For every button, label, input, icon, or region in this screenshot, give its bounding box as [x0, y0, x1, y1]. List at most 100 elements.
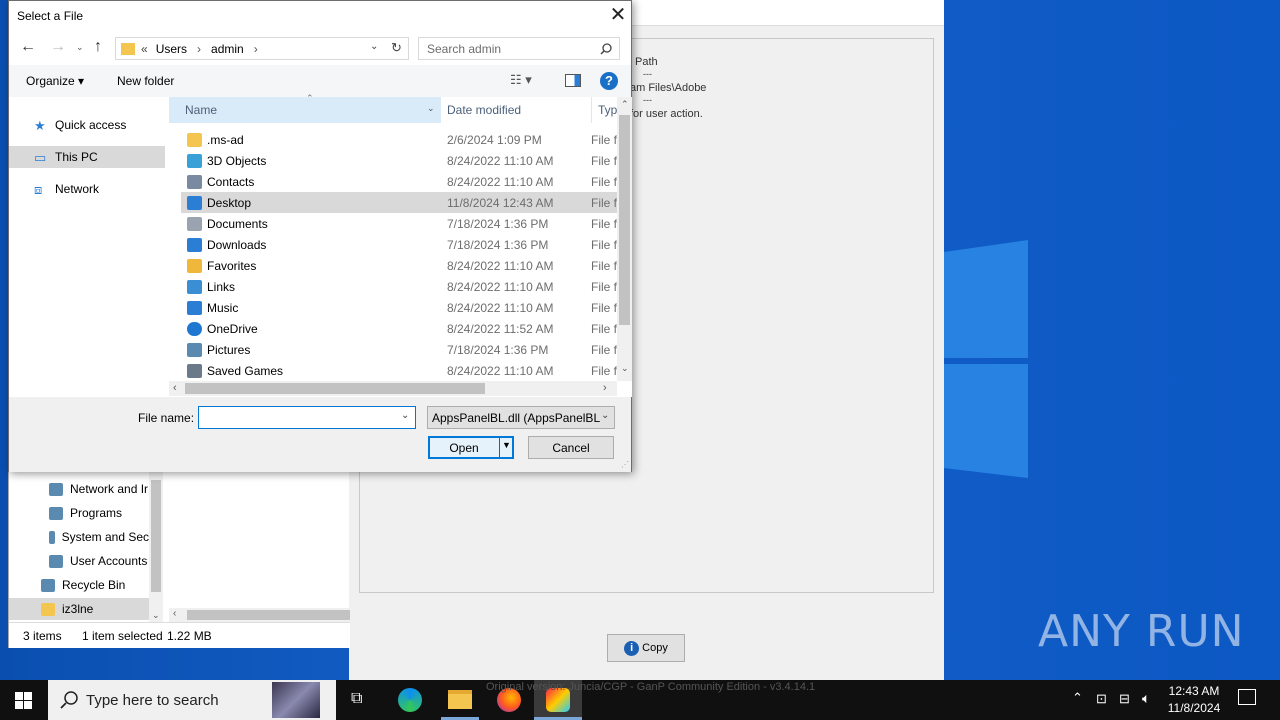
file-row[interactable]: Documents 7/18/2024 1:36 PM File f — [181, 213, 617, 234]
link-icon — [187, 279, 202, 294]
explorer-item[interactable]: Network and Ir — [9, 478, 149, 500]
file-type: File f — [591, 195, 618, 210]
meet-icon[interactable]: ⊡ — [1096, 691, 1107, 707]
breadcrumb-admin[interactable]: admin — [211, 42, 244, 56]
edge-icon[interactable] — [398, 688, 422, 712]
explorer-item-label: Network and Ir — [70, 482, 149, 496]
taskbar-clock[interactable]: 12:43 AM 11/8/2024 — [1163, 683, 1225, 717]
address-dropdown-icon[interactable]: ⌄ — [370, 41, 378, 52]
file-type: File f — [591, 216, 618, 231]
file-row[interactable]: Music 8/24/2022 11:10 AM File f — [181, 297, 617, 318]
breadcrumb-users[interactable]: Users — [156, 42, 187, 56]
explorer-item[interactable]: User Accounts — [9, 550, 149, 572]
open-button[interactable]: Open ▼ — [428, 436, 514, 459]
filename-combo[interactable]: ⌄ — [198, 406, 416, 429]
file-row[interactable]: Downloads 7/18/2024 1:36 PM File f — [181, 234, 617, 255]
column-header-name[interactable]: Name ⌃ ⌄ — [169, 93, 441, 123]
address-overflow[interactable]: « — [141, 42, 148, 56]
windows-start-icon[interactable] — [15, 692, 32, 709]
search-highlight-image — [272, 682, 320, 718]
refresh-icon[interactable]: ↻ — [391, 40, 402, 56]
close-button[interactable]: ✕ — [606, 3, 630, 27]
file-explorer-icon[interactable] — [448, 690, 472, 709]
organize-menu[interactable]: Organize ▾ — [26, 74, 84, 88]
pictures-icon — [187, 342, 202, 357]
file-type: File f — [591, 321, 618, 336]
new-folder-button[interactable]: New folder — [117, 74, 174, 88]
help-icon[interactable]: ? — [600, 72, 618, 90]
file-name: Contacts — [207, 174, 255, 189]
file-hscrollbar[interactable]: ‹ › — [169, 381, 617, 396]
address-bar[interactable]: « Users › admin › ⌄ ↻ — [115, 37, 409, 60]
preview-pane-icon[interactable] — [565, 74, 581, 87]
explorer-item-label: User Accounts — [70, 554, 148, 568]
taskbar-search-placeholder: Type here to search — [86, 691, 219, 709]
view-options-icon[interactable]: ☷ ▾ — [510, 72, 532, 88]
file-date: 7/18/2024 1:36 PM — [447, 237, 549, 252]
search-input[interactable]: Search admin — [427, 42, 501, 56]
column-header-date[interactable]: Date modified — [447, 97, 583, 123]
file-name: Music — [207, 300, 239, 315]
forward-arrow-icon[interactable]: → — [50, 38, 66, 56]
users-icon — [49, 554, 63, 568]
copy-button[interactable]: i Copy — [607, 634, 685, 662]
explorer-status-bar: 3 items 1 item selected 1.22 MB — [9, 622, 350, 648]
background-app-footer: Original version: Juncia/CGP - GanP Comm… — [486, 681, 816, 693]
resize-grip-icon[interactable]: ⋰ — [621, 460, 629, 469]
file-date: 8/24/2022 11:10 AM — [447, 363, 554, 378]
contacts-icon — [187, 174, 202, 189]
file-row[interactable]: 3D Objects 8/24/2022 11:10 AM File f — [181, 150, 617, 171]
up-arrow-icon[interactable]: ↑ — [94, 38, 102, 56]
file-row[interactable]: OneDrive 8/24/2022 11:52 AM File f — [181, 318, 617, 339]
explorer-item[interactable]: iz3lne — [9, 598, 149, 620]
file-name: Pictures — [207, 342, 251, 357]
file-row[interactable]: Links 8/24/2022 11:10 AM File f — [181, 276, 617, 297]
network-icon[interactable]: ⊟ — [1119, 691, 1130, 707]
chevron-down-icon[interactable]: ⌄ — [401, 410, 409, 421]
file-row[interactable]: Favorites 8/24/2022 11:10 AM File f — [181, 255, 617, 276]
explorer-item[interactable]: System and Sec — [9, 526, 149, 548]
file-type: File f — [591, 279, 618, 294]
column-filter-icon[interactable]: ⌄ — [427, 103, 435, 114]
file-type: File f — [591, 258, 618, 273]
cube-icon — [187, 153, 202, 168]
bg-text: --- — [643, 95, 652, 105]
recent-dropdown-icon[interactable]: ⌄ — [76, 42, 84, 53]
notification-icon[interactable] — [1238, 689, 1256, 705]
nav-item-network[interactable]: ⧈ Network — [9, 178, 165, 200]
info-icon: i — [624, 640, 640, 656]
explorer-item-label: System and Sec — [61, 530, 149, 544]
nav-item-this-pc[interactable]: ▭ This PC — [9, 146, 165, 168]
taskbar-search-box[interactable]: Type here to search — [48, 680, 336, 720]
back-arrow-icon[interactable]: ← — [20, 38, 36, 56]
file-row[interactable]: Contacts 8/24/2022 11:10 AM File f — [181, 171, 617, 192]
filename-input[interactable] — [201, 409, 391, 426]
file-date: 7/18/2024 1:36 PM — [447, 342, 549, 357]
file-date: 8/24/2022 11:52 AM — [447, 321, 554, 336]
explorer-item[interactable]: Programs — [9, 502, 149, 524]
explorer-item-label: iz3lne — [62, 602, 94, 616]
file-row[interactable]: Saved Games 8/24/2022 11:10 AM File f — [181, 360, 617, 381]
file-vscrollbar[interactable]: ⌃ ⌄ — [617, 97, 632, 381]
file-name: Favorites — [207, 258, 257, 273]
folder-icon — [41, 602, 55, 616]
task-view-icon[interactable]: ⧉ — [351, 690, 362, 708]
dialog-bottom-panel: File name: ⌄ AppsPanelBL.dll (AppsPanelB… — [9, 397, 631, 472]
explorer-item[interactable]: Recycle Bin — [9, 574, 149, 596]
file-type-filter[interactable]: AppsPanelBL.dll (AppsPanelBL. ⌄ — [427, 406, 615, 429]
status-selected: 1 item selected — [82, 629, 163, 643]
chevron-right-icon: › — [253, 41, 258, 56]
volume-icon[interactable]: 🔈︎ — [1142, 690, 1150, 707]
file-row[interactable]: .ms-ad 2/6/2024 1:09 PM File f — [181, 129, 617, 150]
explorer-scrollbar[interactable]: ⌄ — [149, 470, 163, 622]
search-box[interactable]: Search admin — [418, 37, 620, 60]
explorer-hscrollbar[interactable]: ‹ — [169, 608, 350, 622]
open-dropdown-icon[interactable]: ▼ — [502, 440, 511, 450]
file-date: 11/8/2024 12:43 AM — [447, 195, 554, 210]
nav-item-quick-access[interactable]: ★ Quick access — [9, 114, 165, 136]
file-row[interactable]: Pictures 7/18/2024 1:36 PM File f — [181, 339, 617, 360]
file-type: File f — [591, 174, 618, 189]
file-row[interactable]: Desktop 11/8/2024 12:43 AM File f — [181, 192, 617, 213]
chevron-up-icon[interactable]: ⌃ — [1072, 690, 1083, 706]
cancel-button[interactable]: Cancel — [528, 436, 614, 459]
